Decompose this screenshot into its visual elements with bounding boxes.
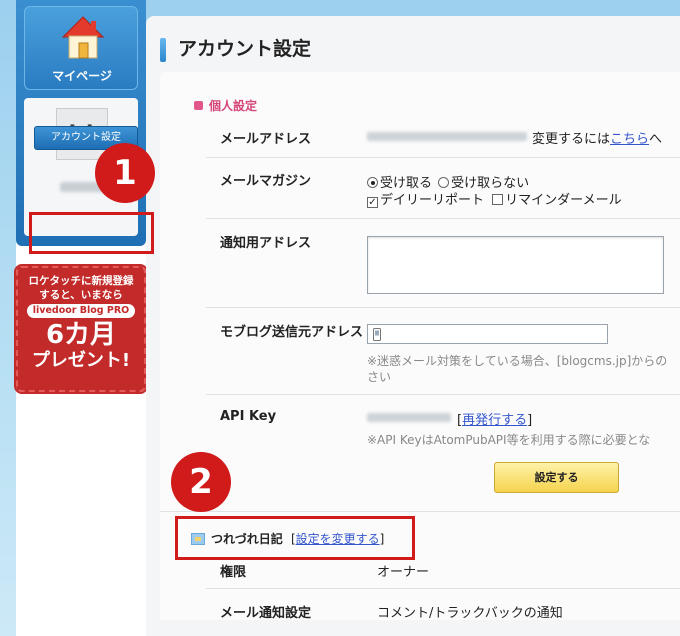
divider — [160, 511, 680, 512]
banner-present: プレゼント! — [31, 350, 131, 371]
email-change-text: 変更するにはこちらへ — [532, 128, 662, 147]
email-change-link[interactable]: こちら — [610, 132, 649, 147]
sidebar: マイページ アカウント設定 ロケタッチに新規登録 すると、いまなら livedo… — [14, 0, 148, 636]
divider — [206, 307, 680, 308]
banner-big: 6カ月 — [45, 320, 117, 350]
reissue-link[interactable]: 再発行する — [462, 413, 527, 428]
mypage-label: マイページ — [52, 69, 112, 83]
divider — [206, 588, 680, 589]
house-icon — [61, 16, 105, 59]
badge-1: 1 — [95, 143, 155, 203]
section-title-text: 個人設定 — [209, 99, 258, 113]
submit-button[interactable]: 設定する — [494, 462, 619, 493]
section-title: 個人設定 — [194, 97, 257, 114]
magazine-check-group: ✓ デイリーリポート リマインダーメール — [367, 189, 622, 208]
permission-label: 権限 — [220, 565, 247, 580]
daily-report-label: デイリーリポート — [380, 193, 485, 208]
section-marker-icon — [194, 101, 203, 110]
mobile-icon — [373, 328, 381, 341]
email-change-suffix: へ — [649, 132, 663, 147]
banner-pill: livedoor Blog PRO — [26, 304, 136, 318]
bracket-close: ] — [527, 413, 533, 428]
moblog-label: モブログ送信元アドレス — [220, 325, 364, 340]
notify-address-label: 通知用アドレス — [220, 236, 312, 251]
banner-line1: ロケタッチに新規登録 — [28, 275, 134, 287]
permission-value: オーナー — [377, 565, 430, 580]
highlight-box-1 — [29, 212, 154, 254]
daily-report-checkbox[interactable]: ✓ — [367, 197, 378, 208]
banner-line2: すると、いまなら — [39, 289, 123, 301]
divider — [206, 157, 680, 158]
mail-notify-value: コメント/トラックバックの通知 — [377, 606, 563, 621]
page-title: アカウント設定 — [178, 38, 312, 60]
sidebar-header: マイページ — [16, 0, 146, 246]
api-key-value — [367, 413, 451, 422]
divider — [206, 394, 680, 395]
moblog-note-1: ※迷惑メール対策をしている場合、[blogcms.jp]からの — [367, 354, 668, 368]
radio-not-receive[interactable] — [438, 177, 450, 188]
divider — [206, 218, 680, 219]
mail-notify-label: メール通知設定 — [220, 606, 312, 621]
badge-2: 2 — [171, 452, 231, 512]
highlight-box-2 — [175, 516, 415, 560]
reminder-checkbox[interactable] — [492, 194, 504, 205]
promo-banner[interactable]: ロケタッチに新規登録 すると、いまなら livedoor Blog PRO 6カ… — [14, 264, 148, 394]
email-label: メールアドレス — [220, 132, 312, 147]
notify-address-textarea[interactable] — [367, 236, 664, 294]
api-key-label: API Key — [220, 409, 277, 424]
title-bar-icon — [160, 38, 166, 62]
email-change-prefix: 変更するには — [532, 132, 611, 147]
email-value — [367, 132, 527, 141]
reminder-label: リマインダーメール — [505, 193, 622, 208]
moblog-address-input[interactable] — [367, 324, 608, 344]
radio-receive[interactable] — [367, 177, 378, 188]
magazine-label: メールマガジン — [220, 174, 312, 189]
moblog-note-2: さい — [367, 370, 392, 384]
api-key-reissue: [再発行する] — [457, 409, 532, 428]
api-key-note: ※API KeyはAtomPubAPI等を利用する際に必要とな — [367, 433, 651, 447]
mypage-button[interactable]: マイページ — [24, 6, 138, 90]
